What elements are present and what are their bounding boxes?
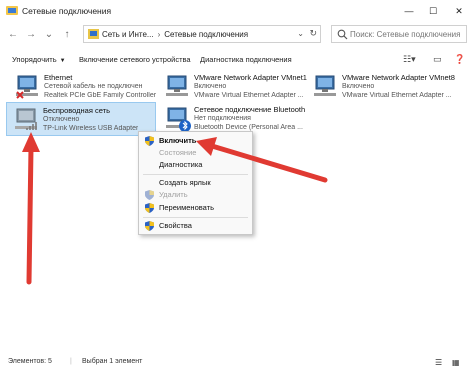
shield-icon (145, 190, 154, 200)
title-bar: Сетевые подключения — ☐ ✕ (0, 0, 474, 22)
item-device: Realtek PCIe GbE Family Controller (44, 92, 157, 99)
item-name: VMware Network Adapter VMnet1 (194, 73, 307, 82)
connection-item-ethernet[interactable]: Ethernet Сетевой кабель не подключен Rea… (8, 70, 158, 104)
network-folder-icon (6, 6, 18, 15)
organize-button[interactable]: Упорядочить ▼ (12, 55, 66, 64)
menu-item-label: Свойства (159, 221, 192, 230)
maximize-button[interactable]: ☐ (426, 4, 440, 18)
ethernet-disconnected-icon (16, 75, 38, 99)
minimize-button[interactable]: — (402, 4, 416, 18)
shield-icon (145, 136, 154, 146)
menu-item-enable[interactable]: Включить (139, 135, 252, 147)
item-status: Включено (342, 83, 375, 90)
item-count: Элементов: 5 (8, 358, 52, 365)
context-menu: Включить Состояние Диагностика Создать я… (138, 131, 253, 235)
item-status: Отключено (43, 116, 80, 123)
breadcrumb-network[interactable]: Сеть и Инте... (102, 30, 154, 39)
menu-item-label: Диагностика (159, 160, 203, 169)
network-adapter-icon (166, 75, 188, 96)
item-device: VMware Virtual Ethernet Adapter ... (342, 92, 452, 99)
item-name: VMware Network Adapter VMnet8 (342, 73, 455, 82)
shield-icon (145, 203, 154, 213)
back-button[interactable]: ← (6, 27, 20, 41)
menu-item-label: Удалить (159, 190, 188, 199)
menu-item-properties[interactable]: Свойства (139, 220, 252, 232)
view-options-icon[interactable]: ☷▾ (403, 54, 416, 66)
selection-count: Выбран 1 элемент (82, 358, 143, 365)
preview-pane-icon[interactable]: ▭ (433, 54, 442, 66)
recent-locations-button[interactable]: ⌄ (42, 27, 56, 41)
search-input[interactable] (350, 29, 460, 39)
address-dropdown-icon[interactable]: ⌄ (297, 29, 304, 38)
menu-item-label: Переименовать (159, 203, 214, 212)
menu-item-label: Создать ярлык (159, 178, 211, 187)
refresh-icon[interactable]: ↻ (309, 28, 317, 39)
close-button[interactable]: ✕ (452, 4, 466, 18)
search-box[interactable] (331, 25, 467, 43)
item-name: Беспроводная сеть (43, 106, 111, 115)
network-connections-icon (88, 29, 99, 39)
help-icon[interactable]: ❓ (454, 54, 465, 66)
status-divider: | (70, 358, 72, 365)
shield-icon (145, 221, 154, 231)
breadcrumb-connections[interactable]: Сетевые подключения (164, 30, 248, 39)
menu-item-diagnose[interactable]: Диагностика (139, 159, 252, 171)
menu-item-label: Включить (159, 136, 197, 145)
network-adapter-icon (314, 75, 336, 96)
item-device: TP-Link Wireless USB Adapter (43, 125, 139, 132)
bluetooth-icon (166, 107, 191, 132)
menu-item-create-shortcut[interactable]: Создать ярлык (139, 177, 252, 189)
wireless-disabled-icon (15, 108, 37, 130)
status-bar: Элементов: 5 | Выбран 1 элемент ☰ ▦ (0, 356, 474, 370)
item-status: Нет подключения (194, 115, 251, 122)
details-view-icon[interactable]: ☰ (435, 358, 442, 367)
address-bar[interactable]: Сеть и Инте... › Сетевые подключения ⌄ ↻ (83, 25, 321, 43)
forward-button[interactable]: → (24, 27, 38, 41)
menu-separator (143, 217, 248, 218)
diagnose-button[interactable]: Диагностика подключения (200, 55, 292, 64)
search-icon (337, 29, 348, 40)
organize-label: Упорядочить (12, 55, 57, 64)
menu-separator (143, 174, 248, 175)
chevron-down-icon: ▼ (59, 58, 66, 64)
menu-item-rename[interactable]: Переименовать (139, 202, 252, 214)
connection-item-vmnet8[interactable]: VMware Network Adapter VMnet8 Включено V… (306, 70, 471, 104)
connection-item-vmnet1[interactable]: VMware Network Adapter VMnet1 Включено V… (158, 70, 308, 104)
large-icons-view-icon[interactable]: ▦ (452, 358, 460, 367)
navigation-bar: ← → ⌄ ↑ Сеть и Инте... › Сетевые подключ… (0, 22, 474, 46)
item-status: Включено (194, 83, 227, 90)
breadcrumb-separator: › (157, 29, 161, 39)
item-name: Ethernet (44, 73, 73, 82)
item-status: Сетевой кабель не подключен (44, 83, 143, 90)
enable-device-button[interactable]: Включение сетевого устройства (79, 55, 191, 64)
command-bar: Упорядочить ▼ Включение сетевого устройст… (0, 50, 474, 70)
up-button[interactable]: ↑ (60, 27, 74, 41)
window-title: Сетевые подключения (22, 6, 112, 16)
connection-item-wireless[interactable]: Беспроводная сеть Отключено TP-Link Wire… (6, 102, 156, 136)
item-device: Bluetooth Device (Personal Area ... (194, 124, 303, 131)
menu-item-status: Состояние (139, 147, 252, 159)
item-name: Сетевое подключение Bluetooth (194, 105, 306, 114)
item-device: VMware Virtual Ethernet Adapter ... (194, 92, 304, 99)
menu-item-label: Состояние (159, 148, 197, 157)
menu-item-delete: Удалить (139, 189, 252, 201)
arrow-to-wireless-icon (22, 132, 40, 285)
